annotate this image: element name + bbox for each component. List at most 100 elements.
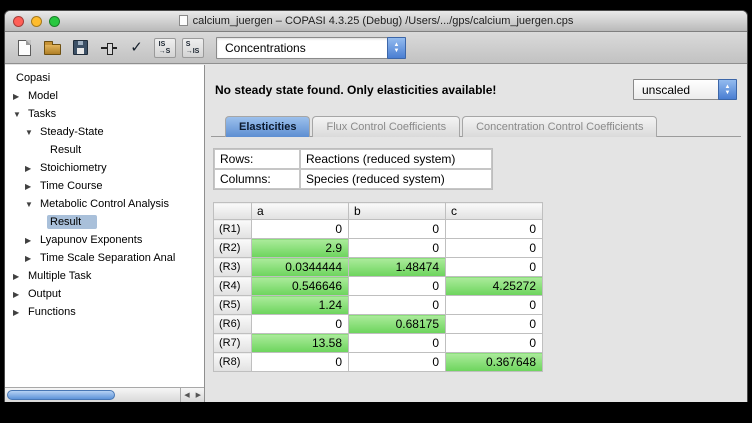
tree-item-time-scale-separation[interactable]: ▶Time Scale Separation Anal <box>5 249 204 267</box>
row-header[interactable]: (R3) <box>214 258 252 277</box>
table-cell[interactable]: 0 <box>446 334 543 353</box>
scroll-left-icon[interactable]: ◀ <box>184 391 189 399</box>
table-cell[interactable]: 0 <box>252 315 349 334</box>
tab-elasticities[interactable]: Elasticities <box>225 116 310 137</box>
horizontal-scrollbar[interactable]: ◀ ▶ <box>5 387 204 402</box>
row-header[interactable]: (R6) <box>214 315 252 334</box>
tree-item-label: Result <box>47 143 84 157</box>
column-header-b[interactable]: b <box>349 203 446 220</box>
table-row: (R2) 2.9 0 0 <box>214 239 543 258</box>
table-cell[interactable]: 1.24 <box>252 296 349 315</box>
tree-item-output[interactable]: ▶Output <box>5 285 204 303</box>
tree-item-label: Multiple Task <box>25 269 94 283</box>
tab-concentration-control-coefficients[interactable]: Concentration Control Coefficients <box>462 116 657 137</box>
columns-value-cell: Species (reduced system) <box>300 169 492 189</box>
chevron-right-icon[interactable]: ▶ <box>25 236 37 245</box>
chevron-right-icon[interactable]: ▶ <box>13 92 25 101</box>
table-row: (R1) 0 0 0 <box>214 220 543 239</box>
title-bar[interactable]: calcium_juergen – COPASI 4.3.25 (Debug) … <box>5 11 747 32</box>
tree-item-model[interactable]: ▶Model <box>5 87 204 105</box>
table-cell[interactable]: 0 <box>349 277 446 296</box>
open-file-button[interactable] <box>40 35 65 60</box>
table-cell[interactable]: 0 <box>252 353 349 372</box>
row-header[interactable]: (R4) <box>214 277 252 296</box>
new-file-button[interactable] <box>12 35 37 60</box>
chevron-right-icon[interactable]: ▶ <box>13 272 25 281</box>
table-header-row: a b c <box>214 203 543 220</box>
table-cell[interactable]: 0 <box>349 239 446 258</box>
table-row: (R8) 0 0 0.367648 <box>214 353 543 372</box>
slider-dialog-button[interactable] <box>96 35 121 60</box>
tree-item-label: Time Scale Separation Anal <box>37 251 178 265</box>
tree-item-tasks[interactable]: ▼Tasks <box>5 105 204 123</box>
scale-combobox[interactable]: unscaled <box>633 79 737 100</box>
table-cell[interactable]: 0 <box>349 296 446 315</box>
save-button[interactable] <box>68 35 93 60</box>
open-folder-icon <box>44 44 61 55</box>
table-cell[interactable]: 0 <box>349 334 446 353</box>
tree-item-label: Model <box>25 89 61 103</box>
table-row: (R4) 0.546646 0 4.25272 <box>214 277 543 296</box>
tab-flux-control-coefficients[interactable]: Flux Control Coefficients <box>312 116 460 137</box>
tree-item-multiple-task[interactable]: ▶Multiple Task <box>5 267 204 285</box>
chevron-down-icon[interactable]: ▼ <box>25 200 37 209</box>
update-model-button[interactable]: ✓ <box>124 35 149 60</box>
rows-value-cell: Reactions (reduced system) <box>300 149 492 169</box>
screen: calcium_juergen – COPASI 4.3.25 (Debug) … <box>0 0 752 423</box>
table-cell[interactable]: 0 <box>446 220 543 239</box>
scrollbar-thumb[interactable] <box>7 390 115 400</box>
row-header[interactable]: (R5) <box>214 296 252 315</box>
table-cell[interactable]: 0 <box>349 353 446 372</box>
table-corner[interactable] <box>214 203 252 220</box>
checkmark-icon: ✓ <box>130 40 143 55</box>
zoom-button[interactable] <box>49 16 60 27</box>
window-title: calcium_juergen – COPASI 4.3.25 (Debug) … <box>5 11 747 31</box>
table-cell[interactable]: 0 <box>446 315 543 334</box>
table-cell[interactable]: 0 <box>252 220 349 239</box>
tree-item-lyapunov-exponents[interactable]: ▶Lyapunov Exponents <box>5 231 204 249</box>
column-header-c[interactable]: c <box>446 203 543 220</box>
concentrations-combobox[interactable]: Concentrations <box>216 37 406 59</box>
tree-item-mca-result[interactable]: Result <box>5 213 204 231</box>
scale-combobox-value: unscaled <box>642 83 690 97</box>
table-cell[interactable]: 0.367648 <box>446 353 543 372</box>
chevron-right-icon[interactable]: ▶ <box>25 254 37 263</box>
tree-item-stoichiometry[interactable]: ▶Stoichiometry <box>5 159 204 177</box>
chevron-right-icon[interactable]: ▶ <box>13 308 25 317</box>
tree-item-copasi[interactable]: Copasi <box>5 69 204 87</box>
initial-state-to-state-button[interactable]: IS →S <box>152 35 177 60</box>
tree-item-metabolic-control-analysis[interactable]: ▼Metabolic Control Analysis <box>5 195 204 213</box>
row-header[interactable]: (R1) <box>214 220 252 239</box>
table-cell[interactable]: 4.25272 <box>446 277 543 296</box>
table-cell[interactable]: 0.0344444 <box>252 258 349 277</box>
row-header[interactable]: (R8) <box>214 353 252 372</box>
column-header-a[interactable]: a <box>252 203 349 220</box>
minimize-button[interactable] <box>31 16 42 27</box>
row-header[interactable]: (R2) <box>214 239 252 258</box>
tree-item-steady-state-result[interactable]: Result <box>5 141 204 159</box>
table-cell[interactable]: 0 <box>446 296 543 315</box>
chevron-down-icon[interactable]: ▼ <box>25 128 37 137</box>
tree-item-functions[interactable]: ▶Functions <box>5 303 204 321</box>
chevron-right-icon[interactable]: ▶ <box>25 182 37 191</box>
table-cell[interactable]: 1.48474 <box>349 258 446 277</box>
table-cell[interactable]: 0.68175 <box>349 315 446 334</box>
state-to-initial-state-button[interactable]: S →IS <box>180 35 205 60</box>
scroll-right-icon[interactable]: ▶ <box>196 391 201 399</box>
table-cell[interactable]: 0.546646 <box>252 277 349 296</box>
axes-description-table: Rows: Reactions (reduced system) Columns… <box>213 148 493 190</box>
table-cell[interactable]: 0 <box>446 258 543 277</box>
table-cell[interactable]: 0 <box>446 239 543 258</box>
tree-item-steady-state[interactable]: ▼Steady-State <box>5 123 204 141</box>
table-row: (R7) 13.58 0 0 <box>214 334 543 353</box>
row-header[interactable]: (R7) <box>214 334 252 353</box>
table-cell[interactable]: 2.9 <box>252 239 349 258</box>
table-cell[interactable]: 0 <box>349 220 446 239</box>
close-button[interactable] <box>13 16 24 27</box>
tree-item-time-course[interactable]: ▶Time Course <box>5 177 204 195</box>
chevron-right-icon[interactable]: ▶ <box>25 164 37 173</box>
chevron-right-icon[interactable]: ▶ <box>13 290 25 299</box>
combo-stepper-icon <box>387 37 406 59</box>
chevron-down-icon[interactable]: ▼ <box>13 110 25 119</box>
table-cell[interactable]: 13.58 <box>252 334 349 353</box>
